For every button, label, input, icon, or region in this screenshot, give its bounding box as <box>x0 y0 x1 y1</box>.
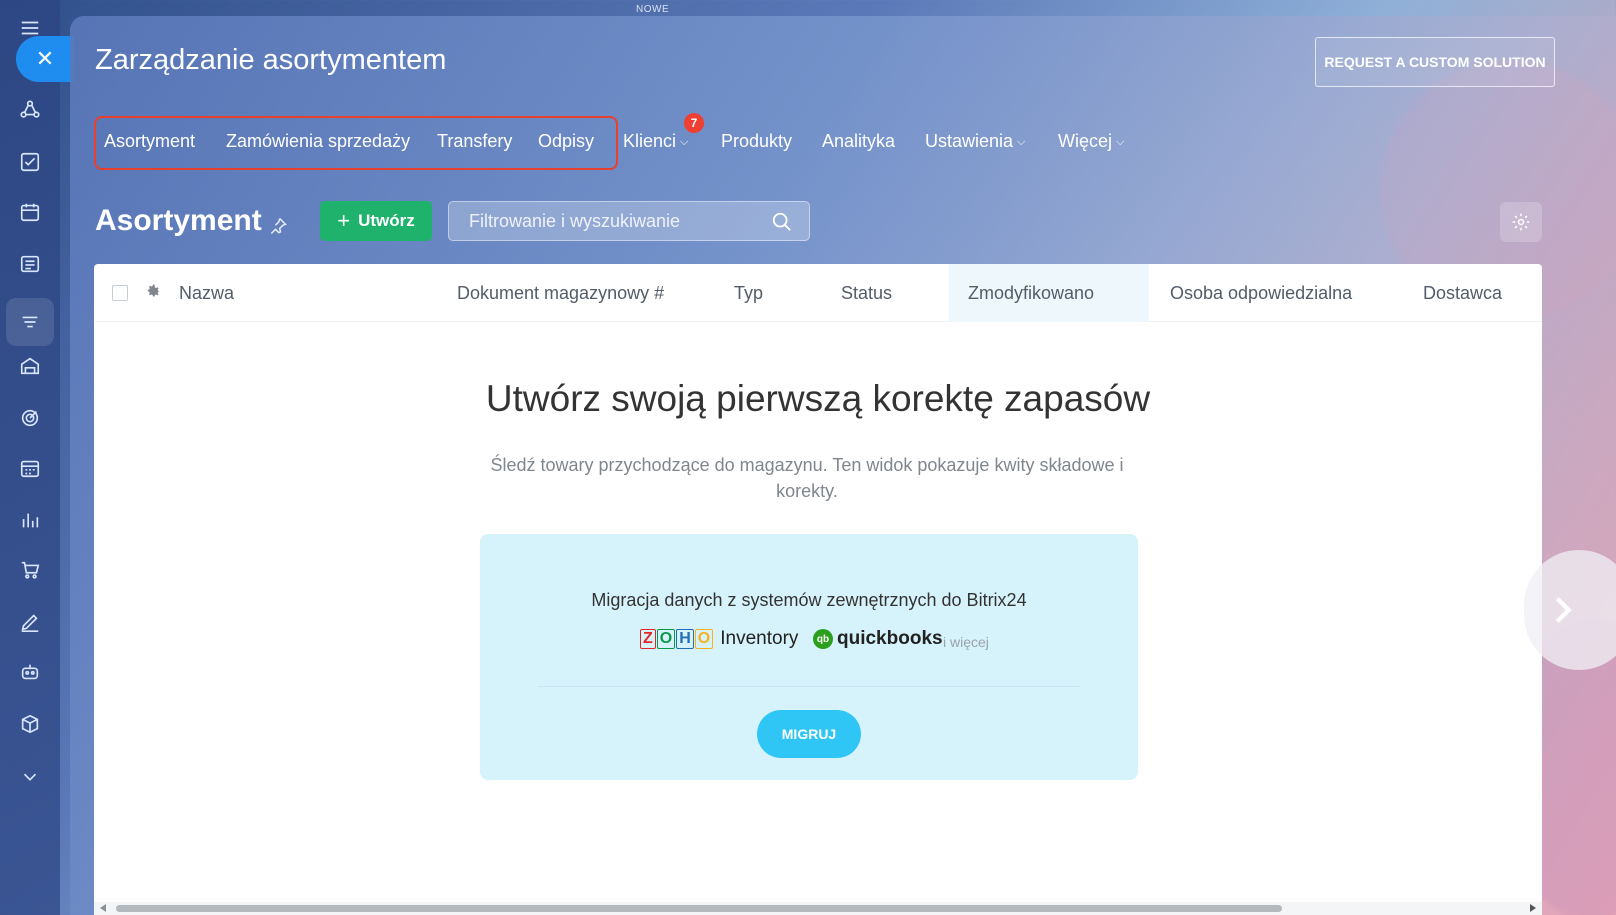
migration-card: Migracja danych z systemów zewnętrznych … <box>480 534 1138 780</box>
top-notice: NOWE <box>636 4 670 15</box>
feed-icon[interactable] <box>18 252 42 276</box>
settings-button[interactable] <box>1500 202 1542 242</box>
tasks-icon[interactable] <box>18 150 42 174</box>
migration-title: Migracja danych z systemów zewnętrznych … <box>591 590 1027 610</box>
klienci-counter-badge: 7 <box>684 113 704 133</box>
column-header-status[interactable]: Status <box>841 264 892 322</box>
column-header-typ[interactable]: Typ <box>734 264 763 322</box>
quickbooks-logo: qb quickbooks <box>813 628 943 650</box>
request-custom-solution-button[interactable]: REQUEST A CUSTOM SOLUTION <box>1315 37 1555 87</box>
box-icon[interactable] <box>18 712 42 736</box>
target-icon[interactable] <box>18 406 42 430</box>
horizontal-scrollbar[interactable] <box>94 902 1542 915</box>
more-systems-text: i więcej <box>943 634 989 650</box>
column-header-dostawca[interactable]: Dostawca <box>1423 264 1502 322</box>
close-slider-button[interactable]: ✕ <box>16 36 74 82</box>
scroll-right-arrow-icon[interactable] <box>1530 904 1536 912</box>
inventory-grid: Nazwa Dokument magazynowy # Typ Status Z… <box>94 264 1542 915</box>
menu-item-ustawienia[interactable]: Ustawienia ⌵ <box>925 131 1025 152</box>
schedule-icon[interactable] <box>18 456 42 480</box>
column-header-dokument[interactable]: Dokument magazynowy # <box>457 264 664 322</box>
empty-state-title: Utwórz swoją pierwszą korektę zapasów <box>485 378 1151 419</box>
column-header-nazwa[interactable]: Nazwa <box>179 264 234 322</box>
search-input[interactable] <box>449 202 809 240</box>
gear-icon[interactable] <box>144 283 162 301</box>
search-icon[interactable] <box>771 211 793 233</box>
create-button-label: Utwórz <box>358 211 415 230</box>
migration-logos: Z O H O Inventory qb quickbooks i więcej <box>480 628 1138 658</box>
migrate-button[interactable]: MIGRUJ <box>757 710 861 758</box>
select-all-checkbox[interactable] <box>112 285 128 301</box>
scroll-left-arrow-icon[interactable] <box>100 904 106 912</box>
warehouse-icon[interactable] <box>18 354 42 378</box>
menu-item-transfery[interactable]: Transfery <box>437 131 512 152</box>
menu-item-label: Ustawienia <box>925 131 1014 151</box>
chevron-down-icon: ⌵ <box>1116 135 1125 148</box>
gear-icon <box>1512 213 1530 231</box>
menu-item-klienci[interactable]: Klienci ⌵ <box>623 131 688 152</box>
close-icon: ✕ <box>35 46 55 71</box>
plus-icon: + <box>337 208 351 233</box>
menu-item-analityka[interactable]: Analityka <box>822 131 895 152</box>
menu-item-label: Klienci <box>623 131 677 151</box>
page-title: Asortyment <box>95 204 262 237</box>
robot-icon[interactable] <box>18 660 42 684</box>
calendar-icon[interactable] <box>18 200 42 224</box>
chevron-right-icon <box>1555 597 1572 623</box>
menu-item-zamowienia-sprzedazy[interactable]: Zamówienia sprzedaży <box>226 131 410 152</box>
menu-item-label: Więcej <box>1058 131 1113 151</box>
menu-item-produkty[interactable]: Produkty <box>721 131 792 152</box>
menu-item-asortyment[interactable]: Asortyment <box>104 131 195 152</box>
create-button[interactable]: + Utwórz <box>320 201 432 241</box>
inventory-icon[interactable] <box>18 310 42 334</box>
left-navigation-rail <box>0 0 60 915</box>
chevron-down-icon[interactable] <box>18 764 42 788</box>
search-box <box>448 201 810 241</box>
column-header-osoba-odpowiedzialna[interactable]: Osoba odpowiedzialna <box>1170 264 1352 322</box>
column-header-zmodyfikowano[interactable]: Zmodyfikowano <box>949 264 1149 322</box>
crm-icon[interactable] <box>18 98 42 122</box>
analytics-icon[interactable] <box>18 508 42 532</box>
chevron-down-icon: ⌵ <box>680 135 689 148</box>
chevron-down-icon: ⌵ <box>1017 135 1026 148</box>
menu-item-wiecej[interactable]: Więcej ⌵ <box>1058 131 1124 152</box>
zoho-inventory-logo: Z O H O Inventory <box>640 628 798 650</box>
scrollbar-thumb[interactable] <box>116 905 1282 912</box>
inventory-panel: Zarządzanie asortymentem REQUEST A CUSTO… <box>70 16 1616 915</box>
cart-icon[interactable] <box>18 558 42 582</box>
sign-icon[interactable] <box>18 610 42 634</box>
menu-item-odpisy[interactable]: Odpisy <box>538 131 594 152</box>
panel-title: Zarządzanie asortymentem <box>95 44 447 76</box>
pin-icon[interactable] <box>268 216 288 236</box>
empty-state-description: Śledź towary przychodzące do magazynu. T… <box>490 455 1124 501</box>
divider <box>538 686 1080 687</box>
grid-header: Nazwa Dokument magazynowy # Typ Status Z… <box>94 264 1542 322</box>
next-slide-button[interactable] <box>1524 550 1616 670</box>
